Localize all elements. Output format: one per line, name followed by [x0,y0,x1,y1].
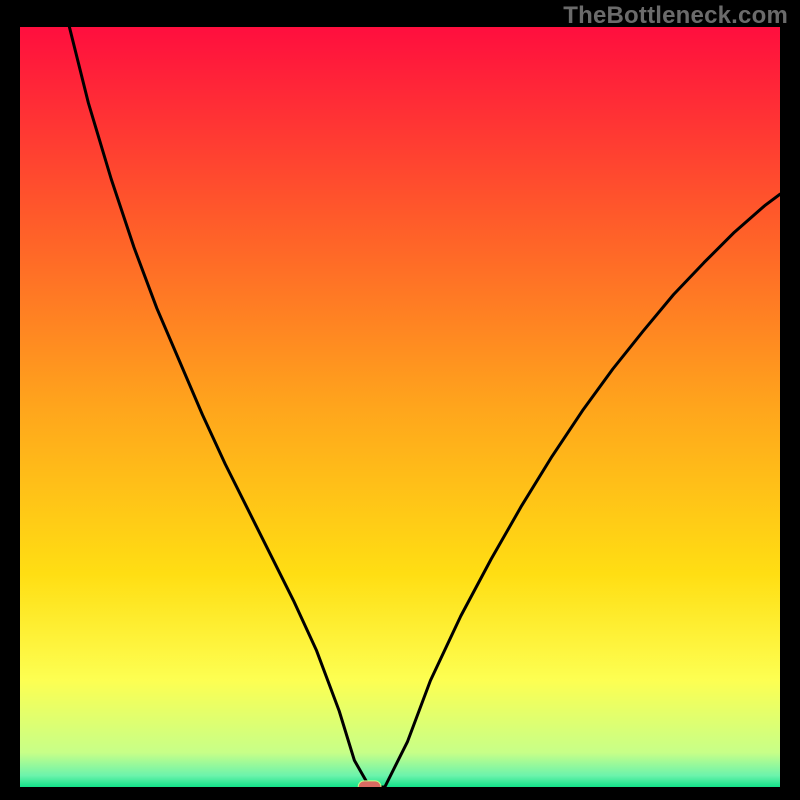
watermark-text: TheBottleneck.com [563,2,788,30]
gradient-background [20,27,780,787]
optimum-marker [358,781,381,787]
bottleneck-chart [20,27,780,787]
chart-frame: TheBottleneck.com [0,0,800,800]
